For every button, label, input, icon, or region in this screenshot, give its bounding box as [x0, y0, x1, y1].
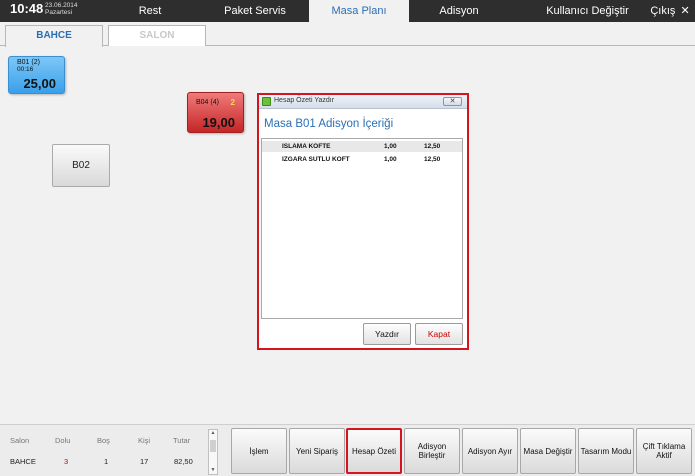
exit-button[interactable]: Çıkış ✕: [645, 0, 695, 22]
day-text: Pazartesi: [45, 9, 73, 16]
clock: 10:48: [10, 1, 44, 16]
stat-tutar: 82,50: [174, 457, 193, 466]
table-b04-badge: 2: [230, 98, 235, 107]
tasarim-modu-button[interactable]: Tasarım Modu: [578, 428, 634, 474]
table-b04-amount: 19,00: [202, 115, 235, 130]
stat-bos: 1: [104, 457, 109, 466]
stat-header-tutar: Tutar: [173, 436, 191, 445]
item-name: IZGARA SUTLU KOFT: [282, 156, 350, 163]
stat-salon: BAHCE: [10, 457, 36, 466]
table-b01[interactable]: B01 (2) 00:16 25,00: [8, 56, 65, 94]
dialog-title-bar: Hesap Özeti Yazdır ✕: [259, 95, 467, 109]
date-text: 23.06.2014: [45, 2, 78, 9]
app-icon: [262, 97, 271, 106]
hesap-ozeti-button[interactable]: Hesap Özeti: [346, 428, 402, 474]
area-tabs: BAHCE SALON: [0, 22, 695, 47]
islem-button[interactable]: İşlem: [231, 428, 287, 474]
item-qty: 1,00: [384, 156, 397, 163]
bottom-bar: Salon Dolu Boş Kişi Tutar BAHCE 3 1 17 8…: [0, 424, 695, 476]
table-b04-name: B04 (4): [196, 99, 219, 106]
stat-header-kisi: Kişi: [138, 436, 151, 445]
stat-dolu: 3: [64, 457, 69, 466]
table-b01-amount: 25,00: [23, 76, 56, 91]
table-b02[interactable]: B02: [52, 144, 110, 187]
nav-rest[interactable]: Rest: [100, 0, 200, 22]
yeni-siparis-button[interactable]: Yeni Sipariş: [289, 428, 345, 474]
exit-label: Çıkış: [650, 5, 676, 17]
scroll-down-icon[interactable]: ▼: [209, 467, 217, 474]
top-bar: 10:48 23.06.2014 Pazartesi Rest Paket Se…: [0, 0, 695, 22]
stat-header-dolu: Dolu: [55, 436, 71, 445]
adisyon-ayir-button[interactable]: Adisyon Ayır: [462, 428, 518, 474]
list-item[interactable]: IZGARA SUTLU KOFT 1,00 12,50: [262, 154, 462, 165]
dialog-heading: Masa B01 Adisyon İçeriği: [264, 118, 394, 130]
scroll-thumb[interactable]: [210, 440, 216, 452]
switch-user-button[interactable]: Kullanıcı Değiştir: [540, 0, 635, 22]
adisyon-birlestir-button[interactable]: Adisyon Birleştir: [404, 428, 460, 474]
close-icon: ✕: [680, 5, 690, 17]
item-name: ISLAMA KOFTE: [282, 143, 331, 150]
item-price: 12,50: [424, 143, 441, 150]
order-lines-list: ISLAMA KOFTE 1,00 12,50 IZGARA SUTLU KOF…: [261, 138, 463, 319]
item-qty: 1,00: [384, 143, 397, 150]
scroll-up-icon[interactable]: ▲: [209, 430, 217, 437]
date-block: 23.06.2014 Pazartesi: [45, 2, 78, 16]
list-item[interactable]: ISLAMA KOFTE 1,00 12,50: [262, 141, 462, 152]
table-b01-time: 00:16: [17, 66, 34, 73]
table-b04[interactable]: B04 (4) 2 19,00: [187, 92, 244, 133]
item-price: 12,50: [424, 156, 441, 163]
close-button[interactable]: Kapat: [415, 323, 463, 345]
table-b01-name: B01 (2): [17, 59, 40, 66]
dialog-close-icon[interactable]: ✕: [443, 97, 462, 106]
stats-scrollbar[interactable]: ▲ ▼: [208, 429, 218, 475]
stat-header-bos: Boş: [97, 436, 110, 445]
nav-masa-plani[interactable]: Masa Planı: [309, 0, 409, 22]
dialog-title: Hesap Özeti Yazdır: [274, 97, 335, 104]
cift-tiklama-button[interactable]: Çift Tıklama Aktif: [636, 428, 692, 474]
stat-kisi: 17: [140, 457, 149, 466]
tab-salon[interactable]: SALON: [108, 25, 206, 46]
stat-header-salon: Salon: [10, 436, 30, 445]
nav-adisyon[interactable]: Adisyon: [409, 0, 509, 22]
print-button[interactable]: Yazdır: [363, 323, 411, 345]
hesap-ozeti-dialog: Hesap Özeti Yazdır ✕ Masa B01 Adisyon İç…: [257, 93, 469, 350]
masa-degistir-button[interactable]: Masa Değiştir: [520, 428, 576, 474]
nav-paket-servis[interactable]: Paket Servis: [205, 0, 305, 22]
tab-bahce[interactable]: BAHCE: [5, 25, 103, 47]
